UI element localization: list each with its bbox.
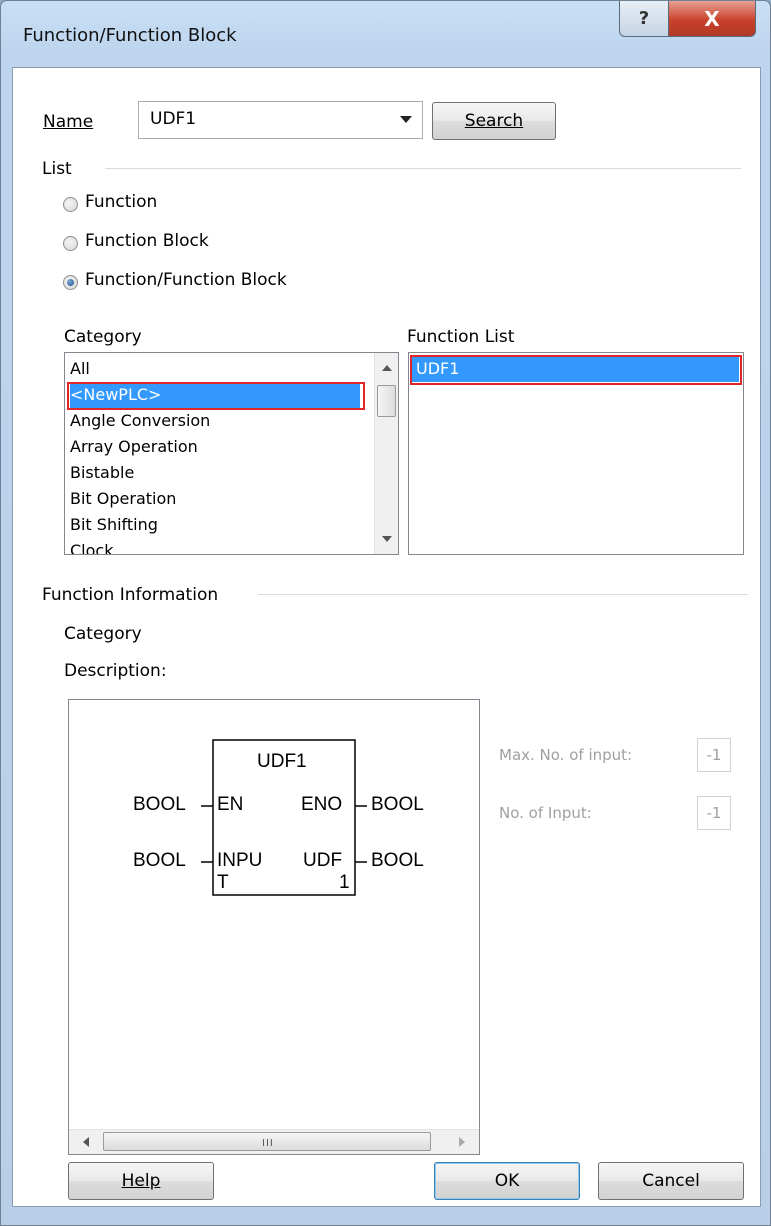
name-label: Name <box>43 112 94 132</box>
category-label: Category <box>64 327 142 347</box>
window-title: Function/Function Block <box>23 25 237 46</box>
cancel-button[interactable]: Cancel <box>598 1162 744 1200</box>
radio-function-block[interactable] <box>63 236 78 251</box>
name-value: UDF1 <box>150 109 197 129</box>
category-item[interactable]: Array Operation <box>70 434 198 460</box>
input-type: BOOL <box>133 850 186 871</box>
radio-function-label[interactable]: Function <box>85 192 157 212</box>
horizontal-scroll-thumb[interactable]: III <box>103 1132 431 1151</box>
scroll-up-icon[interactable] <box>382 365 392 371</box>
grip-icon: III <box>262 1138 274 1149</box>
scroll-down-icon[interactable] <box>382 536 392 542</box>
radio-function-function-block[interactable] <box>63 275 78 290</box>
input-pin-label-line1: INPU <box>217 850 263 871</box>
selection-highlight-box <box>410 355 742 385</box>
category-scrollbar[interactable] <box>374 353 398 554</box>
num-inputs-label: No. of Input: <box>499 804 592 822</box>
eno-pin-label: ENO <box>301 794 343 815</box>
title-bar[interactable]: Function/Function Block ? X <box>1 1 770 67</box>
selection-highlight-box <box>67 382 365 410</box>
dialog-body: Name UDF1 Search List Function Function … <box>12 67 761 1207</box>
diagram-horizontal-scrollbar[interactable]: III <box>69 1129 479 1154</box>
close-button[interactable]: X <box>668 1 756 37</box>
category-item[interactable]: Bit Operation <box>70 486 176 512</box>
category-item[interactable]: Bit Shifting <box>70 512 158 538</box>
num-inputs-field: -1 <box>697 796 731 830</box>
search-button[interactable]: Search <box>432 102 556 140</box>
dialog-window: Function/Function Block ? X Name UDF1 Se… <box>0 0 771 1226</box>
function-info-label: Function Information <box>42 585 219 605</box>
output-type: BOOL <box>371 850 424 871</box>
description-label: Description: <box>64 661 167 681</box>
list-separator <box>105 168 741 169</box>
category-item[interactable]: Bistable <box>70 460 134 486</box>
max-inputs-field: -1 <box>697 738 731 772</box>
output-pin-label-line2: 1 <box>339 872 350 893</box>
category-item[interactable]: All <box>70 356 365 382</box>
help-button[interactable]: Help <box>68 1162 214 1200</box>
en-pin-label: EN <box>217 794 244 815</box>
scroll-thumb[interactable] <box>377 385 396 417</box>
function-block-diagram: UDF1 BOOL EN ENO BOOL BOOL INPU T UDF 1 … <box>68 699 480 1155</box>
radio-function-function-block-label[interactable]: Function/Function Block <box>85 270 287 290</box>
function-list-label: Function List <box>407 327 515 347</box>
category-item[interactable]: Angle Conversion <box>70 408 210 434</box>
scroll-left-icon[interactable] <box>83 1137 89 1147</box>
category-listbox[interactable]: All <NewPLC> Angle Conversion Array Oper… <box>64 352 399 555</box>
scroll-right-icon[interactable] <box>459 1137 465 1147</box>
function-listbox[interactable]: UDF1 <box>408 352 744 555</box>
ok-button[interactable]: OK <box>434 1162 580 1200</box>
chevron-down-icon[interactable] <box>400 116 412 123</box>
question-icon: ? <box>638 8 650 29</box>
name-combobox[interactable]: UDF1 <box>138 101 423 139</box>
en-input-type: BOOL <box>133 794 186 815</box>
function-info-separator <box>258 594 748 595</box>
radio-function[interactable] <box>63 197 78 212</box>
category-item[interactable]: Clock <box>70 538 113 554</box>
max-inputs-label: Max. No. of input: <box>499 746 633 764</box>
help-title-button[interactable]: ? <box>619 1 669 37</box>
block-name: UDF1 <box>257 751 307 772</box>
close-icon: X <box>704 6 720 31</box>
list-group-label: List <box>42 159 72 179</box>
radio-function-block-label[interactable]: Function Block <box>85 231 209 251</box>
eno-output-type: BOOL <box>371 794 424 815</box>
output-pin-label-line1: UDF <box>303 850 343 871</box>
info-category-label: Category <box>64 624 142 644</box>
input-pin-label-line2: T <box>217 872 229 893</box>
